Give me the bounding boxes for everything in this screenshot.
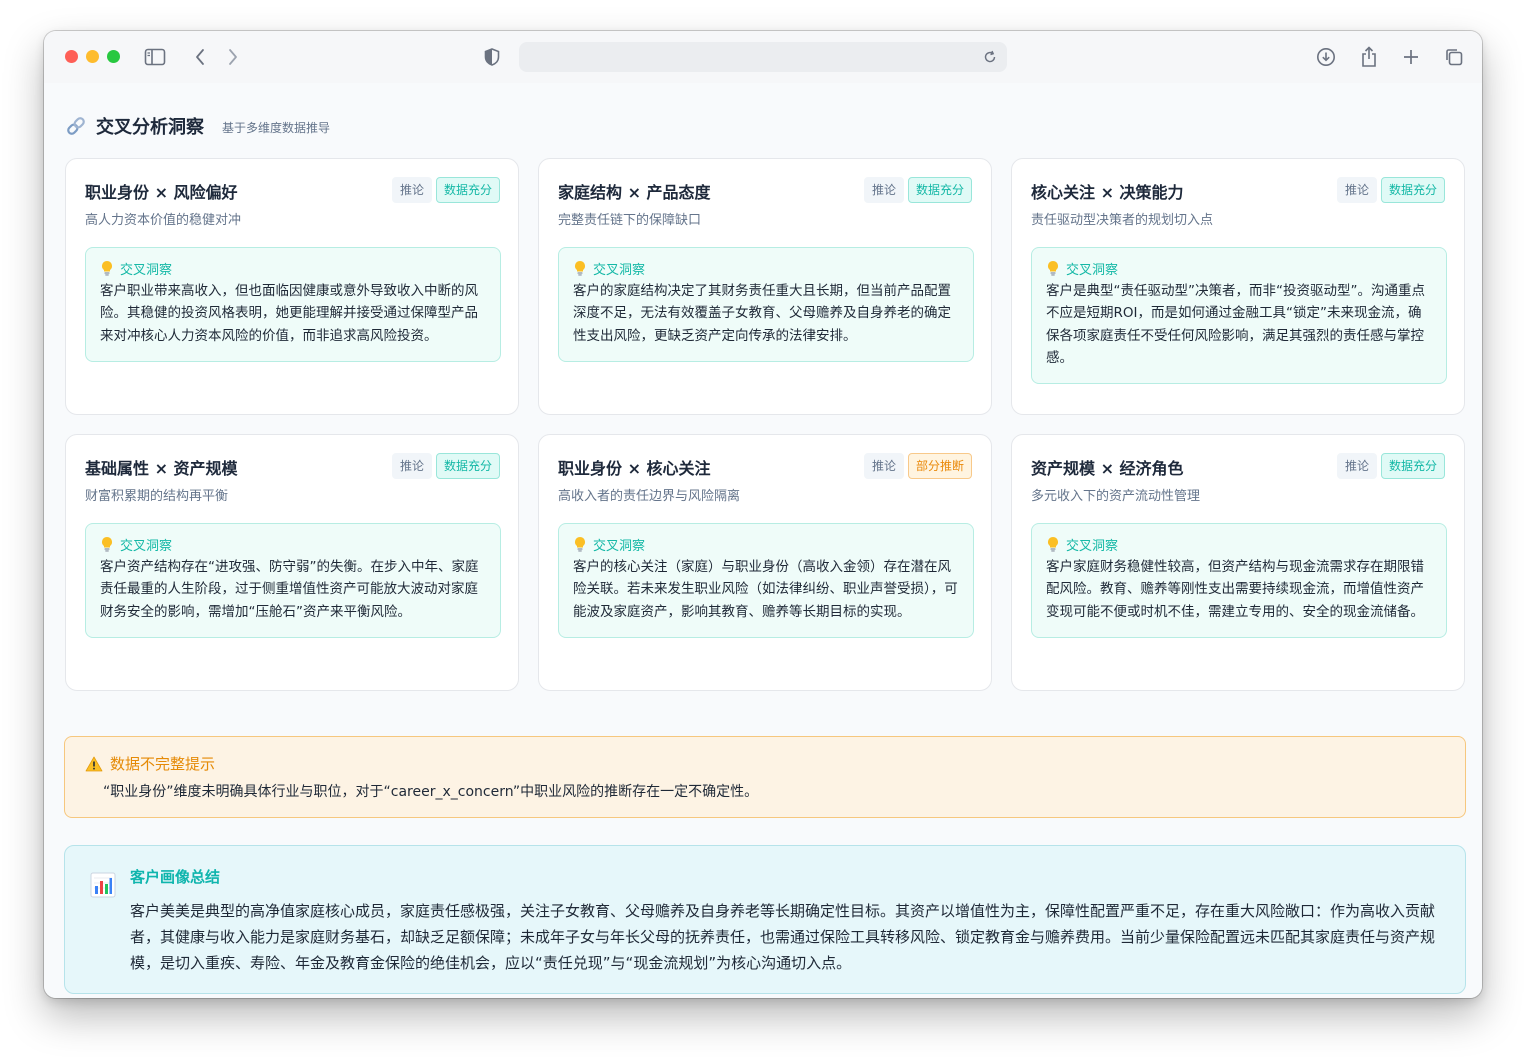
card-title: 家庭结构 × 产品态度 bbox=[558, 183, 711, 202]
insight-card: 家庭结构 × 产品态度 推论 数据充分 完整责任链下的保障缺口 交叉洞察 客户的… bbox=[538, 158, 992, 415]
link-icon bbox=[67, 117, 85, 135]
lightbulb-icon bbox=[1048, 537, 1058, 552]
back-chevron-icon[interactable] bbox=[188, 45, 212, 69]
page-content: 交叉分析洞察 基于多维度数据推导 职业身份 × 风险偏好 推论 数据充分 高人力… bbox=[44, 83, 1482, 998]
customer-profile-summary: 客户画像总结 客户美美是典型的高净值家庭核心成员，家庭责任感极强，关注子女教育、… bbox=[64, 845, 1466, 994]
card-subtitle: 多元收入下的资产流动性管理 bbox=[1031, 489, 1201, 504]
tab-overview-icon[interactable] bbox=[1442, 45, 1466, 69]
lightbulb-icon bbox=[575, 537, 585, 552]
privacy-shield-icon[interactable] bbox=[480, 45, 504, 69]
minimize-window-button[interactable] bbox=[86, 50, 99, 63]
zoom-window-button[interactable] bbox=[107, 50, 120, 63]
close-window-button[interactable] bbox=[65, 50, 78, 63]
warning-title: 数据不完整提示 bbox=[110, 755, 216, 773]
inference-tag: 推论 bbox=[864, 453, 905, 479]
warning-icon bbox=[85, 756, 103, 771]
insight-card: 职业身份 × 风险偏好 推论 数据充分 高人力资本价值的稳健对冲 交叉洞察 客户… bbox=[65, 158, 519, 415]
insight-text: 客户资产结构存在“进攻强、防守弱”的失衡。在步入中年、家庭责任最重的人生阶段，过… bbox=[100, 559, 479, 620]
data-status-tag: 数据充分 bbox=[1381, 453, 1446, 479]
card-title: 职业身份 × 核心关注 bbox=[558, 459, 711, 478]
download-icon[interactable] bbox=[1314, 45, 1338, 69]
cross-insight-box: 交叉洞察 客户家庭财务稳健性较高，但资产结构与现金流需求存在期限错配风险。教育、… bbox=[1031, 523, 1447, 638]
inference-tag: 推论 bbox=[392, 177, 433, 203]
insight-text: 客户的核心关注（家庭）与职业身份（高收入金领）存在潜在风险关联。若未来发生职业风… bbox=[573, 559, 958, 620]
insight-label: 交叉洞察 bbox=[593, 538, 646, 554]
insight-card: 资产规模 × 经济角色 推论 数据充分 多元收入下的资产流动性管理 交叉洞察 客… bbox=[1011, 434, 1465, 691]
insight-label: 交叉洞察 bbox=[1066, 262, 1119, 278]
cross-insight-box: 交叉洞察 客户的家庭结构决定了其财务责任重大且长期，但当前产品配置深度不足，无法… bbox=[558, 247, 974, 362]
inference-tag: 推论 bbox=[1337, 453, 1378, 479]
cross-insight-box: 交叉洞察 客户的核心关注（家庭）与职业身份（高收入金领）存在潜在风险关联。若未来… bbox=[558, 523, 974, 638]
insight-card: 基础属性 × 资产规模 推论 数据充分 财富积累期的结构再平衡 交叉洞察 客户资… bbox=[65, 434, 519, 691]
card-title: 职业身份 × 风险偏好 bbox=[85, 183, 238, 202]
section-header: 交叉分析洞察 基于多维度数据推导 bbox=[65, 113, 330, 139]
bar-chart-icon bbox=[90, 872, 116, 898]
insight-label: 交叉洞察 bbox=[120, 538, 173, 554]
browser-window: 交叉分析洞察 基于多维度数据推导 职业身份 × 风险偏好 推论 数据充分 高人力… bbox=[44, 31, 1482, 998]
insight-card: 职业身份 × 核心关注 推论 部分推断 高收入者的责任边界与风险隔离 交叉洞察 … bbox=[538, 434, 992, 691]
card-title: 基础属性 × 资产规模 bbox=[85, 459, 238, 478]
lightbulb-icon bbox=[102, 537, 112, 552]
reload-icon[interactable] bbox=[979, 46, 1001, 68]
card-subtitle: 财富积累期的结构再平衡 bbox=[85, 489, 229, 504]
insight-label: 交叉洞察 bbox=[593, 262, 646, 278]
browser-toolbar bbox=[44, 31, 1482, 83]
summary-text: 客户美美是典型的高净值家庭核心成员，家庭责任感极强，关注子女教育、父母赡养及自身… bbox=[130, 902, 1436, 972]
share-icon[interactable] bbox=[1357, 45, 1381, 69]
lightbulb-icon bbox=[1048, 261, 1058, 276]
address-bar[interactable] bbox=[519, 42, 1007, 72]
cross-insight-box: 交叉洞察 客户职业带来高收入，但也面临因健康或意外导致收入中断的风险。其稳健的投… bbox=[85, 247, 501, 362]
card-subtitle: 完整责任链下的保障缺口 bbox=[558, 213, 702, 228]
insight-card: 核心关注 × 决策能力 推论 数据充分 责任驱动型决策者的规划切入点 交叉洞察 … bbox=[1011, 158, 1465, 415]
card-subtitle: 责任驱动型决策者的规划切入点 bbox=[1031, 213, 1214, 228]
insight-text: 客户家庭财务稳健性较高，但资产结构与现金流需求存在期限错配风险。教育、赡养等刚性… bbox=[1046, 559, 1424, 620]
page-title: 交叉分析洞察 bbox=[96, 117, 204, 138]
lightbulb-icon bbox=[575, 261, 585, 276]
inference-tag: 推论 bbox=[1337, 177, 1378, 203]
forward-chevron-icon[interactable] bbox=[221, 45, 245, 69]
data-status-tag: 数据充分 bbox=[436, 453, 501, 479]
inference-tag: 推论 bbox=[864, 177, 905, 203]
insight-label: 交叉洞察 bbox=[120, 262, 173, 278]
insight-text: 客户职业带来高收入，但也面临因健康或意外导致收入中断的风险。其稳健的投资风格表明… bbox=[100, 283, 478, 344]
lightbulb-icon bbox=[102, 261, 112, 276]
new-tab-plus-icon[interactable] bbox=[1399, 45, 1423, 69]
cross-insight-box: 交叉洞察 客户是典型“责任驱动型”决策者，而非“投资驱动型”。沟通重点不应是短期… bbox=[1031, 247, 1447, 385]
card-title: 资产规模 × 经济角色 bbox=[1031, 459, 1184, 478]
card-subtitle: 高人力资本价值的稳健对冲 bbox=[85, 213, 242, 228]
data-incomplete-warning: 数据不完整提示 “职业身份”维度未明确具体行业与职位，对于“career_x_c… bbox=[64, 736, 1466, 818]
warning-text: “职业身份”维度未明确具体行业与职位，对于“career_x_concern”中… bbox=[103, 784, 759, 800]
card-title: 核心关注 × 决策能力 bbox=[1031, 183, 1184, 202]
sidebar-toggle-icon[interactable] bbox=[143, 45, 167, 69]
data-status-tag: 部分推断 bbox=[908, 453, 973, 479]
insight-text: 客户是典型“责任驱动型”决策者，而非“投资驱动型”。沟通重点不应是短期ROI，而… bbox=[1046, 283, 1425, 366]
inference-tag: 推论 bbox=[392, 453, 433, 479]
data-status-tag: 数据充分 bbox=[908, 177, 973, 203]
card-subtitle: 高收入者的责任边界与风险隔离 bbox=[558, 489, 741, 504]
page-subtitle: 基于多维度数据推导 bbox=[222, 121, 331, 135]
summary-title: 客户画像总结 bbox=[130, 868, 221, 886]
data-status-tag: 数据充分 bbox=[1381, 177, 1446, 203]
insight-text: 客户的家庭结构决定了其财务责任重大且长期，但当前产品配置深度不足，无法有效覆盖子… bbox=[573, 283, 951, 344]
cross-insight-box: 交叉洞察 客户资产结构存在“进攻强、防守弱”的失衡。在步入中年、家庭责任最重的人… bbox=[85, 523, 501, 638]
insight-label: 交叉洞察 bbox=[1066, 538, 1119, 554]
data-status-tag: 数据充分 bbox=[436, 177, 501, 203]
